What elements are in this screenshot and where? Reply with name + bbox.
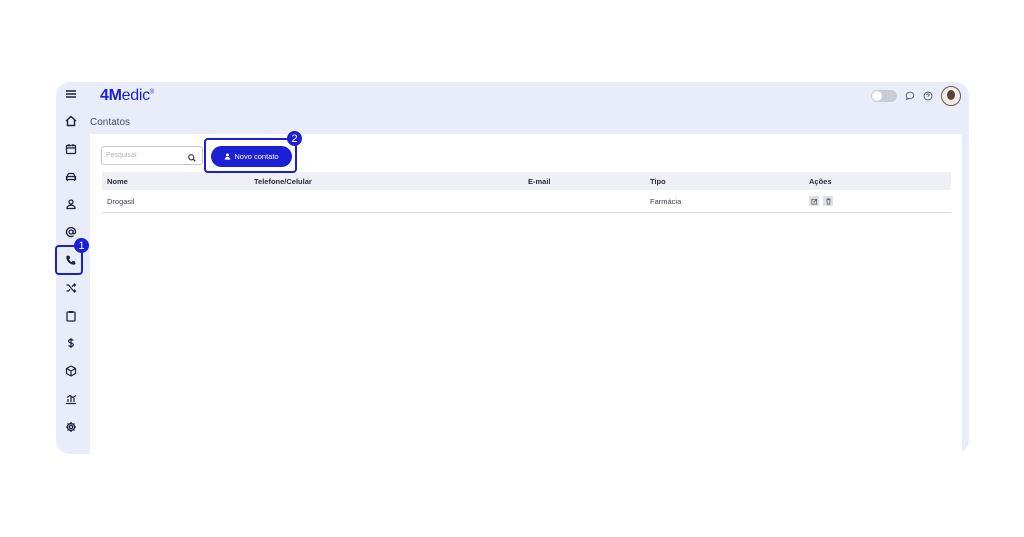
step-marker-2: 2 bbox=[287, 131, 302, 146]
edit-icon[interactable] bbox=[809, 196, 819, 206]
cell-tipo: Farmácia bbox=[650, 196, 682, 206]
app-logo[interactable]: 4Medic® bbox=[100, 87, 154, 105]
column-header-nome[interactable]: Nome bbox=[107, 172, 128, 190]
avatar[interactable] bbox=[941, 86, 961, 106]
page-title: Contatos bbox=[90, 117, 131, 128]
clipboard-icon[interactable] bbox=[61, 306, 81, 326]
logo-trademark: ® bbox=[149, 89, 154, 96]
column-header-telefone[interactable]: Telefone/Celular bbox=[254, 172, 312, 190]
app-window: 4Medic® Contatos Novo contato Nome Telef… bbox=[56, 82, 969, 454]
chat-icon[interactable] bbox=[905, 91, 915, 101]
cell-acoes bbox=[809, 190, 837, 212]
search-input[interactable] bbox=[106, 149, 182, 161]
logo-bold-text: 4M bbox=[100, 87, 122, 104]
chart-icon[interactable] bbox=[61, 389, 81, 409]
column-header-email[interactable]: E-mail bbox=[528, 172, 551, 190]
search-icon[interactable] bbox=[187, 150, 197, 162]
column-header-acoes: Ações bbox=[809, 176, 832, 186]
help-icon[interactable] bbox=[923, 91, 933, 101]
logo-light-text: edic bbox=[121, 87, 150, 104]
menu-icon[interactable] bbox=[61, 84, 81, 104]
highlight-new-contact bbox=[204, 138, 297, 173]
home-icon[interactable] bbox=[61, 111, 81, 131]
calendar-icon[interactable] bbox=[61, 139, 81, 159]
theme-toggle[interactable] bbox=[871, 90, 897, 102]
search-field[interactable] bbox=[101, 146, 203, 165]
cell-nome: Drogasil bbox=[107, 196, 135, 206]
table-row[interactable]: Drogasil Farmácia bbox=[102, 190, 951, 213]
header-actions bbox=[871, 86, 961, 106]
settings-icon[interactable] bbox=[61, 417, 81, 437]
car-icon[interactable] bbox=[61, 167, 81, 187]
contacts-table: Nome Telefone/Celular E-mail Tipo Ações … bbox=[102, 172, 951, 213]
box-icon[interactable] bbox=[61, 361, 81, 381]
user-icon[interactable] bbox=[61, 194, 81, 214]
dollar-icon[interactable] bbox=[61, 333, 81, 353]
shuffle-icon[interactable] bbox=[61, 278, 81, 298]
main-content: Novo contato Nome Telefone/Celular E-mai… bbox=[90, 134, 962, 454]
step-marker-1: 1 bbox=[74, 238, 89, 253]
delete-icon[interactable] bbox=[823, 196, 833, 206]
column-header-tipo[interactable]: Tipo bbox=[650, 172, 666, 190]
table-header: Nome Telefone/Celular E-mail Tipo Ações bbox=[102, 172, 951, 190]
